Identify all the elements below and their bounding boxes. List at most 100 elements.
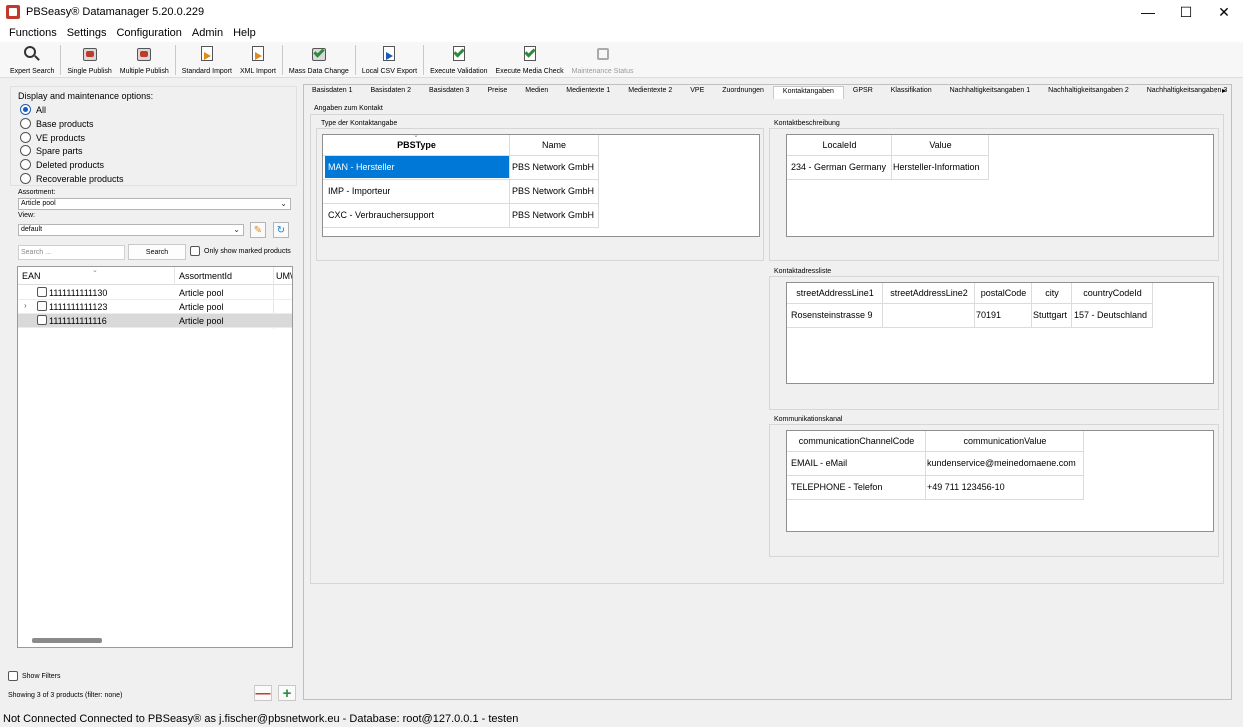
column-channel-code[interactable]: communicationChannelCode — [787, 436, 926, 446]
standard-import-button[interactable]: Standard Import — [178, 42, 236, 78]
contact-type-cell[interactable]: MAN - Hersteller — [328, 162, 395, 172]
refresh-button[interactable]: ↻ — [273, 222, 289, 238]
tab-scroll-right-icon[interactable]: ▸ — [1222, 86, 1226, 95]
tab-zuordnungen[interactable]: Zuordnungen — [713, 86, 773, 99]
multiple-publish-button[interactable]: Multiple Publish — [116, 42, 173, 78]
option-deleted-products[interactable]: Deleted products — [20, 159, 104, 170]
radio-deleted-products[interactable] — [20, 159, 31, 170]
expert-search-button[interactable]: Expert Search — [6, 42, 58, 78]
minimize-button[interactable]: — — [1129, 0, 1167, 24]
tab-medientexte-1[interactable]: Medientexte 1 — [557, 86, 619, 99]
row-checkbox[interactable] — [37, 315, 47, 325]
execute-media-check-button[interactable]: Execute Media Check — [492, 42, 568, 78]
radio-ve-products[interactable] — [20, 132, 31, 143]
column-ean[interactable]: EAN — [22, 271, 41, 281]
tab-preise[interactable]: Preise — [478, 86, 516, 99]
column-divider — [1152, 283, 1153, 327]
table-row[interactable]: › 1111111111123 Article pool — [18, 300, 292, 314]
row-checkbox[interactable] — [37, 287, 47, 297]
maximize-button[interactable]: ☐ — [1167, 0, 1205, 24]
view-select[interactable]: default ⌄ — [18, 224, 244, 236]
only-marked-checkbox[interactable] — [190, 246, 200, 256]
close-button[interactable]: ✕ — [1205, 0, 1243, 24]
edit-view-button[interactable]: ✎ — [250, 222, 266, 238]
table-row[interactable]: 1111111111130 Article pool — [18, 286, 292, 300]
option-ve-products[interactable]: VE products — [20, 132, 85, 143]
channel-code-cell[interactable]: TELEPHONE - Telefon — [791, 482, 882, 492]
radio-spare-parts[interactable] — [20, 145, 31, 156]
menu-help[interactable]: Help — [228, 27, 261, 39]
city-cell[interactable]: Stuttgart — [1033, 310, 1067, 320]
description-value-cell[interactable]: Hersteller-Information — [893, 162, 980, 172]
add-button[interactable]: + — [278, 685, 296, 702]
radio-base-products[interactable] — [20, 118, 31, 129]
search-button[interactable]: Search — [128, 244, 186, 260]
column-localeid[interactable]: LocaleId — [787, 140, 892, 150]
horizontal-scrollbar[interactable] — [32, 638, 102, 643]
tab-vpe[interactable]: VPE — [681, 86, 713, 99]
search-icon — [23, 45, 41, 63]
column-assortment[interactable]: AssortmentId — [179, 271, 232, 281]
locale-cell[interactable]: 234 - German Germany — [791, 162, 886, 172]
tab-gpsr[interactable]: GPSR — [844, 86, 882, 99]
column-country-code[interactable]: countryCodeId — [1072, 288, 1153, 298]
tab-basisdaten-3[interactable]: Basisdaten 3 — [420, 86, 478, 99]
contact-type-cell[interactable]: IMP - Importeur — [328, 186, 390, 196]
postal-code-cell[interactable]: 70191 — [976, 310, 1001, 320]
column-channel-value[interactable]: communicationValue — [926, 436, 1084, 446]
maintenance-status-button[interactable]: Maintenance Status — [568, 42, 638, 78]
channel-value-cell[interactable]: kundenservice@meinedomaene.com — [927, 458, 1076, 468]
column-street-line-2[interactable]: streetAddressLine2 — [883, 288, 975, 298]
contact-name-cell[interactable]: PBS Network GmbH — [512, 186, 594, 196]
execute-validation-button[interactable]: Execute Validation — [426, 42, 491, 78]
column-um[interactable]: UM\ — [276, 271, 292, 281]
tab-basisdaten-1[interactable]: Basisdaten 1 — [303, 86, 361, 99]
tab-klassifikation[interactable]: Klassifikation — [882, 86, 941, 99]
search-input[interactable]: Search ... — [18, 245, 125, 260]
column-name[interactable]: Name — [510, 140, 598, 150]
option-recoverable-products[interactable]: Recoverable products — [20, 173, 124, 184]
channel-code-cell[interactable]: EMAIL - eMail — [791, 458, 847, 468]
tab-basisdaten-2[interactable]: Basisdaten 2 — [361, 86, 419, 99]
radio-recoverable-products[interactable] — [20, 173, 31, 184]
menu-admin[interactable]: Admin — [187, 27, 228, 39]
row-checkbox[interactable] — [37, 301, 47, 311]
single-publish-button[interactable]: Single Publish — [63, 42, 115, 78]
menu-settings[interactable]: Settings — [62, 27, 112, 39]
table-row[interactable]: 1111111111116 Article pool — [18, 314, 292, 328]
tab-scroll-left-icon[interactable]: ◂ — [1212, 86, 1216, 95]
menu-functions[interactable]: Functions — [4, 27, 62, 39]
contact-type-cell[interactable]: CXC - Verbrauchersupport — [328, 210, 434, 220]
only-marked-option[interactable]: Only show marked products — [190, 246, 291, 256]
option-base-products[interactable]: Base products — [20, 118, 94, 129]
column-postal-code[interactable]: postalCode — [975, 288, 1032, 298]
local-csv-export-label: Local CSV Export — [361, 68, 418, 75]
remove-button[interactable]: — — [254, 685, 272, 702]
mass-data-change-button[interactable]: Mass Data Change — [285, 42, 353, 78]
expand-chevron-icon[interactable]: › — [24, 301, 27, 310]
tab-medientexte-2[interactable]: Medientexte 2 — [619, 86, 681, 99]
street-line-1-cell[interactable]: Rosensteinstrasse 9 — [791, 310, 873, 320]
xml-import-button[interactable]: XML Import — [236, 42, 280, 78]
app-window: PBSeasy® Datamanager 5.20.0.229 — ☐ ✕ Fu… — [0, 0, 1243, 727]
option-spare-parts[interactable]: Spare parts — [20, 145, 83, 156]
contact-name-cell[interactable]: PBS Network GmbH — [512, 210, 594, 220]
column-city[interactable]: city — [1032, 288, 1072, 298]
show-filters-option[interactable]: Show Filters — [8, 671, 61, 681]
tab-nachhaltigkeitsangaben-2[interactable]: Nachhaltigkeitsangaben 2 — [1039, 86, 1138, 99]
column-value[interactable]: Value — [892, 140, 989, 150]
radio-all[interactable] — [20, 104, 31, 115]
tab-nachhaltigkeitsangaben-1[interactable]: Nachhaltigkeitsangaben 1 — [941, 86, 1040, 99]
menu-configuration[interactable]: Configuration — [111, 27, 186, 39]
tab-medien[interactable]: Medien — [516, 86, 557, 99]
local-csv-export-button[interactable]: Local CSV Export — [358, 42, 421, 78]
channel-value-cell[interactable]: +49 711 123456-10 — [927, 482, 1005, 492]
column-pbstype[interactable]: PBSType — [323, 140, 510, 150]
column-street-line-1[interactable]: streetAddressLine1 — [787, 288, 883, 298]
show-filters-checkbox[interactable] — [8, 671, 18, 681]
country-code-cell[interactable]: 157 - Deutschland — [1074, 310, 1147, 320]
assortment-select[interactable]: Article pool ⌄ — [18, 198, 291, 210]
contact-name-cell[interactable]: PBS Network GmbH — [512, 162, 594, 172]
option-all[interactable]: All — [20, 104, 46, 115]
tab-kontaktangaben[interactable]: Kontaktangaben — [772, 86, 844, 99]
